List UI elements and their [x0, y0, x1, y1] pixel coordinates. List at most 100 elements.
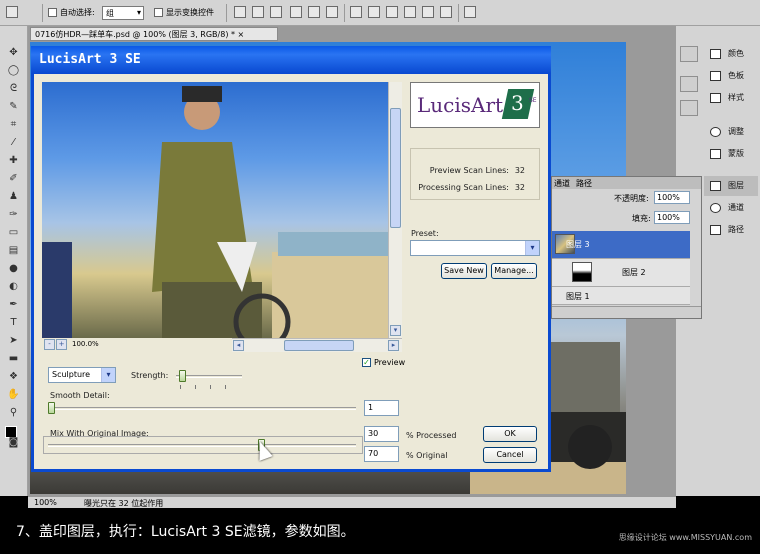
processed-input[interactable]: 30	[364, 426, 399, 442]
align-left-icon[interactable]	[290, 6, 302, 18]
layer-row-1[interactable]: 图层 1	[552, 287, 690, 305]
marquee-tool-icon[interactable]: ◯	[7, 64, 20, 77]
panel-channels[interactable]: 通道	[704, 198, 758, 218]
auto-align-icon[interactable]	[464, 6, 476, 18]
type-tool-icon[interactable]: T	[7, 316, 20, 329]
preview-label: Preview	[374, 358, 406, 367]
quick-select-tool-icon[interactable]: ✎	[7, 100, 20, 113]
preview-vertical-scrollbar[interactable]: ▾	[388, 82, 402, 338]
lasso-tool-icon[interactable]: ᘓ	[7, 82, 20, 95]
pen-tool-icon[interactable]: ✒	[7, 298, 20, 311]
cancel-button[interactable]: Cancel	[483, 447, 537, 463]
distribute-hcenter-icon[interactable]	[422, 6, 434, 18]
watermark: 思缘设计论坛 www.MISSYUAN.com	[618, 533, 752, 542]
scroll-right-icon[interactable]: ▸	[388, 340, 399, 351]
eyedropper-tool-icon[interactable]: ⁄	[7, 136, 20, 149]
preview-check-icon[interactable]: ✓	[362, 358, 371, 367]
distribute-bottom-icon[interactable]	[386, 6, 398, 18]
brush-tool-icon[interactable]: ✐	[7, 172, 20, 185]
layer-row-3[interactable]: 图层 3	[552, 231, 690, 259]
move-tool-icon[interactable]: ✥	[7, 46, 20, 59]
info-panel-icon[interactable]	[680, 76, 698, 92]
effect-value: Sculpture	[52, 370, 91, 379]
history-brush-tool-icon[interactable]: ✑	[7, 208, 20, 221]
smooth-slider-thumb[interactable]	[48, 402, 55, 414]
hand-tool-icon[interactable]: ✋	[7, 388, 20, 401]
panel-swatches-label: 色板	[728, 71, 744, 80]
scroll-thumb[interactable]	[284, 340, 354, 351]
document-tab[interactable]: 0716仿HDR—踩单车.psd @ 100% (图层 3, RGB/8) * …	[30, 27, 278, 41]
panel-paths[interactable]: 路径	[704, 220, 758, 240]
separator	[42, 4, 43, 22]
actions-panel-icon[interactable]	[680, 100, 698, 116]
shape-tool-icon[interactable]: ▬	[7, 352, 20, 365]
panel-color[interactable]: 颜色	[704, 44, 758, 64]
scroll-thumb[interactable]	[390, 108, 401, 228]
auto-select-option[interactable]: 自动选择:	[48, 7, 95, 18]
ok-button[interactable]: OK	[483, 426, 537, 442]
distribute-top-icon[interactable]	[350, 6, 362, 18]
auto-select-checkbox[interactable]	[48, 8, 57, 17]
gradient-tool-icon[interactable]: ▤	[7, 244, 20, 257]
manage-button[interactable]: Manage...	[491, 263, 537, 279]
distribute-right-icon[interactable]	[440, 6, 452, 18]
align-hcenter-icon[interactable]	[308, 6, 320, 18]
zoom-tool-icon[interactable]: ⚲	[7, 406, 20, 419]
healing-tool-icon[interactable]: ✚	[7, 154, 20, 167]
panel-adjustments[interactable]: 调整	[704, 122, 758, 142]
preview-image	[42, 82, 388, 338]
layer-name: 图层 3	[566, 240, 590, 249]
scroll-left-icon[interactable]: ◂	[233, 340, 244, 351]
zoom-in-button[interactable]: +	[56, 339, 67, 350]
align-right-icon[interactable]	[326, 6, 338, 18]
path-select-tool-icon[interactable]: ➤	[7, 334, 20, 347]
zoom-level[interactable]: 100%	[34, 498, 57, 507]
original-label: % Original	[406, 451, 448, 460]
show-transform-checkbox[interactable]	[154, 8, 163, 17]
blur-tool-icon[interactable]: ●	[7, 262, 20, 275]
3d-tool-icon[interactable]: ❖	[7, 370, 20, 383]
tab-paths[interactable]: 路径	[576, 178, 592, 189]
mix-slider-track[interactable]	[48, 444, 356, 447]
eraser-tool-icon[interactable]: ▭	[7, 226, 20, 239]
opacity-input[interactable]: 100%	[654, 191, 690, 204]
quick-mask-icon[interactable]: ◙	[7, 436, 20, 449]
distribute-left-icon[interactable]	[404, 6, 416, 18]
adjustments-icon	[710, 127, 721, 137]
dialog-title-bar[interactable]: LucisArt 3 SE	[31, 46, 551, 74]
stamp-tool-icon[interactable]: ♟	[7, 190, 20, 203]
preset-label: Preset:	[411, 229, 439, 238]
smooth-input[interactable]: 1	[364, 400, 399, 416]
preview-scan-label: Preview Scan Lines:	[429, 166, 509, 175]
smooth-slider-track[interactable]	[48, 407, 356, 410]
save-new-button[interactable]: Save New	[441, 263, 487, 279]
crop-tool-icon[interactable]: ⌗	[7, 118, 20, 131]
panel-layers[interactable]: 图层	[704, 176, 758, 196]
close-tab-icon[interactable]: ×	[238, 30, 245, 39]
original-input[interactable]: 70	[364, 446, 399, 462]
align-top-icon[interactable]	[234, 6, 246, 18]
fill-input[interactable]: 100%	[654, 211, 690, 224]
panel-styles[interactable]: 样式	[704, 88, 758, 108]
tab-channels[interactable]: 通道	[554, 178, 570, 189]
scroll-down-icon[interactable]: ▾	[390, 325, 401, 336]
strength-slider-thumb[interactable]	[179, 370, 186, 382]
history-panel-icon[interactable]	[680, 46, 698, 62]
panel-masks[interactable]: 蒙版	[704, 144, 758, 164]
preset-dropdown[interactable]: ▾	[410, 240, 540, 256]
panel-swatches[interactable]: 色板	[704, 66, 758, 86]
show-transform-option[interactable]: 显示变换控件	[154, 7, 214, 18]
zoom-out-button[interactable]: -	[44, 339, 55, 350]
panel-channels-label: 通道	[728, 203, 744, 212]
auto-select-dropdown[interactable]: 组	[102, 6, 144, 20]
align-bottom-icon[interactable]	[270, 6, 282, 18]
preview-horizontal-scrollbar[interactable]: ◂ ▸	[232, 338, 402, 352]
effect-dropdown[interactable]: Sculpture ▾	[48, 367, 116, 383]
dodge-tool-icon[interactable]: ◐	[7, 280, 20, 293]
move-tool-icon[interactable]	[6, 6, 18, 18]
align-vcenter-icon[interactable]	[252, 6, 264, 18]
processing-scan-label: Processing Scan Lines:	[418, 183, 509, 192]
preview-checkbox[interactable]: ✓ Preview	[362, 358, 405, 367]
distribute-vcenter-icon[interactable]	[368, 6, 380, 18]
layer-row-2[interactable]: 图层 2	[552, 259, 690, 287]
